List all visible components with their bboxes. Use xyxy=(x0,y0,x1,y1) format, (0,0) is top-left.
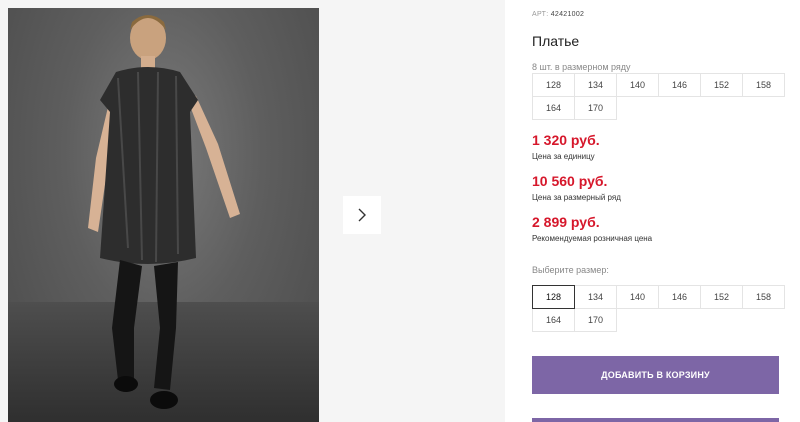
retail-price-label: Рекомендуемая розничная цена xyxy=(532,234,653,243)
size-option-146[interactable]: 146 xyxy=(658,285,701,309)
size-option-140[interactable]: 140 xyxy=(616,285,659,309)
sku: АРТ: 42421002 xyxy=(532,11,584,18)
pack-size-cell: 170 xyxy=(574,96,617,120)
secondary-action-button[interactable] xyxy=(532,418,779,422)
pack-size-cell: 134 xyxy=(574,73,617,97)
chevron-right-icon xyxy=(358,208,366,222)
product-photo xyxy=(8,8,319,422)
girl-in-dress-image xyxy=(88,15,240,409)
size-option-170[interactable]: 170 xyxy=(574,308,617,332)
retail-price: 2 899 руб. xyxy=(532,214,600,230)
size-option-128[interactable]: 128 xyxy=(532,285,575,309)
product-title: Платье xyxy=(532,33,580,49)
unit-price-label: Цена за единицу xyxy=(532,152,595,161)
pack-note: 8 шт. в размерном ряду xyxy=(532,62,631,72)
unit-price: 1 320 руб. xyxy=(532,132,600,148)
pack-size-cell: 140 xyxy=(616,73,659,97)
next-image-button[interactable] xyxy=(343,196,381,234)
size-option-134[interactable]: 134 xyxy=(574,285,617,309)
pack-size-cell: 128 xyxy=(532,73,575,97)
add-to-cart-button[interactable]: ДОБАВИТЬ В КОРЗИНУ xyxy=(532,356,779,394)
pack-size-cell: 152 xyxy=(700,73,743,97)
size-select-label: Выберите размер: xyxy=(532,265,609,275)
pack-price: 10 560 руб. xyxy=(532,173,608,189)
pack-size-cell: 164 xyxy=(532,96,575,120)
sku-value: 42421002 xyxy=(550,11,585,18)
pack-price-label: Цена за размерный ряд xyxy=(532,193,621,202)
size-option-152[interactable]: 152 xyxy=(700,285,743,309)
size-option-164[interactable]: 164 xyxy=(532,308,575,332)
size-option-158[interactable]: 158 xyxy=(742,285,785,309)
pack-size-cell: 158 xyxy=(742,73,785,97)
product-gallery xyxy=(0,0,505,422)
pack-size-grid: 128 134 140 146 152 158 164 170 xyxy=(532,73,785,120)
pack-size-cell: 146 xyxy=(658,73,701,97)
size-selector: 128 134 140 146 152 158 164 170 xyxy=(532,285,785,332)
sku-label: АРТ: xyxy=(532,11,549,18)
